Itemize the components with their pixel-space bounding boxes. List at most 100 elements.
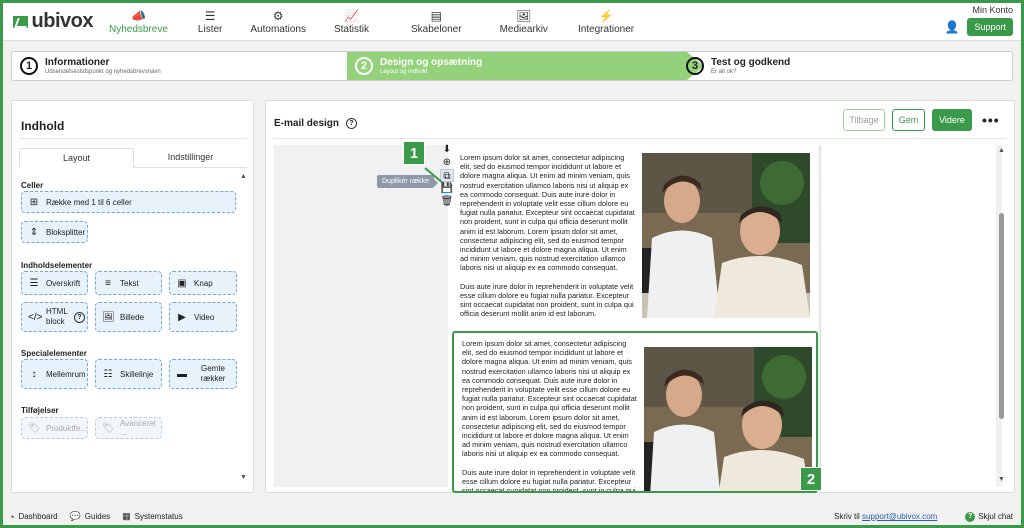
block-video[interactable]: ▶ Video [169,302,237,332]
ubivox-logo-icon [13,15,28,28]
help-icon[interactable]: ? [74,311,85,323]
block-gemte-raekker[interactable]: ▬ Gemte rækker [169,359,237,389]
dashboard-link[interactable]: ◔ Dashboard [9,512,58,522]
button-icon: ▣ [177,277,187,289]
block-produktfeed: 🏷 Produktfe... [21,417,88,439]
tab-layout[interactable]: Layout [19,148,134,168]
section-celler: Celler [21,181,44,190]
chart-icon: ▦ [122,511,131,521]
support-button[interactable]: Support [967,18,1013,36]
write-to-label: Skriv til [834,512,860,521]
image-icon: 🖼 [516,8,532,23]
help-icon[interactable]: ? [346,118,358,129]
scroll-up-arrow[interactable]: ▲ [998,147,1005,154]
content-panel: Indhold Layout Indstillinger ▲ Celler ⊞ … [11,100,254,493]
bottom-bar: ◔ Dashboard 💬 Guides ▦ Systemstatus Skri… [3,508,1021,525]
plug-icon: ⚡ [598,8,614,23]
cogs-icon: ⚙ [272,8,284,23]
block-tekst[interactable]: ≡ Tekst [95,271,162,295]
row-text[interactable]: Lorem ipsum dolor sit amet, consectetur … [462,339,638,491]
section-tilfoejelser: Tilføjelser [21,406,59,415]
email-design-title: E-mail design ? [274,118,358,129]
image-icon: 🖼 [102,311,115,323]
annotation-badge-1: 1 [403,141,425,165]
block-bloksplitter[interactable]: ⇕ Bloksplitter [21,221,88,243]
row-toolbar: ⬇ ⊕ ⧉ 💾 🗑 [438,143,456,208]
move-down-icon[interactable]: ⬇ [443,143,451,156]
back-button[interactable]: Tilbage [843,109,885,131]
advanced-icon: 🏷 [102,422,115,434]
block-skillelinje[interactable]: ☷ Skillelinje [95,359,162,389]
dashboard-icon: ◔ [9,511,15,522]
nav-item-mediearkiv[interactable]: 🖼 Mediearkiv [492,3,556,40]
user-settings-icon[interactable]: 👤 [945,20,960,34]
divider [273,138,1006,139]
tab-indstillinger[interactable]: Indstillinger [134,148,247,167]
save-row-icon[interactable]: 💾 [441,182,453,195]
scroll-up-arrow[interactable]: ▲ [240,173,247,180]
block-mellemrum[interactable]: ↕ Mellemrum [21,359,88,389]
office-photo [644,347,812,491]
hide-chat-link[interactable]: Skjul chat [978,512,1013,521]
chart-icon: 📈 [344,8,359,23]
chat-icon[interactable]: ? [965,511,976,522]
block-avanceret: 🏷 Avanceret ... [95,417,162,439]
section-specialelementer: Specialelementer [21,349,87,358]
block-row-cells[interactable]: ⊞ Række med 1 til 6 celler [21,191,236,213]
product-icon: 🏷 [28,422,41,434]
heading-icon: ☰ [29,277,39,289]
list-icon: ☰ [204,8,216,23]
more-options-icon[interactable]: ••• [982,112,1000,128]
megaphone-icon: 📣 [130,8,146,23]
nav-item-automations[interactable]: ⚙ Automations [242,3,314,40]
systemstatus-link[interactable]: ▦ Systemstatus [122,511,183,522]
next-button[interactable]: Videre [932,109,972,131]
support-email-link[interactable]: support@ubivox.com [862,512,937,521]
video-icon: ▶ [178,311,186,323]
save-button[interactable]: Gem [892,109,925,131]
content-tabs: Layout Indstillinger [19,148,247,168]
delete-icon[interactable]: 🗑 [441,195,454,208]
nav-item-nyhedsbreve[interactable]: 📣 Nyhedsbreve [101,3,176,40]
grid-icon: ⊞ [29,196,39,208]
ubivox-logo[interactable]: ubivox [13,10,94,33]
block-knap[interactable]: ▣ Knap [169,271,237,295]
step-informationer[interactable]: 1 Informationer Udsendelsestidspunkt og … [20,52,161,80]
scroll-down-arrow[interactable]: ▼ [240,474,247,481]
text-icon: ≡ [105,277,111,289]
nav-item-skabeloner[interactable]: ▤ Skabeloner [403,3,470,40]
divider-icon: ☷ [103,368,113,380]
my-account-link[interactable]: Min Konto [972,5,1013,15]
spacing-icon: ↕ [31,368,37,380]
divider [19,138,247,139]
block-billede[interactable]: 🖼 Billede [95,302,162,332]
step-design[interactable]: 2 Design og opsætning Layout og indhold [355,52,482,80]
row-image[interactable] [644,347,812,491]
brand-name: ubivox [31,10,94,32]
step-test[interactable]: 3 Test og godkend Er alt ok? [686,52,790,80]
row-image[interactable] [642,153,810,318]
add-row-icon[interactable]: ⊕ [443,156,451,169]
folder-icon: ▬ [177,368,187,380]
office-photo [642,153,810,318]
section-indholdselementer: Indholdselementer [21,261,93,270]
chat-bubbles-icon: 💬 [69,511,81,521]
email-design-panel: E-mail design ? Tilbage Gem Videre ••• L… [265,100,1015,493]
block-html[interactable]: </> HTML block ? [21,302,88,332]
split-icon: ⇕ [29,226,39,238]
nav-item-lister[interactable]: ☰ Lister [190,3,230,40]
template-icon: ▤ [430,8,442,23]
email-side-area [820,145,996,487]
email-row-1[interactable]: Lorem ipsum dolor sit amet, consectetur … [452,145,818,325]
block-overskrift[interactable]: ☰ Overskrift [21,271,88,295]
nav-item-integrationer[interactable]: ⚡ Integrationer [570,3,642,40]
scrollbar-thumb[interactable] [999,213,1004,419]
scroll-down-arrow[interactable]: ▼ [998,476,1005,483]
email-row-2-duplicate[interactable]: Lorem ipsum dolor sit amet, consectetur … [452,331,818,493]
top-navigation: ubivox 📣 Nyhedsbreve ☰ Lister ⚙ Automati… [3,3,1021,41]
duplicate-row-tooltip: Duplikér række [377,175,439,188]
guides-link[interactable]: 💬 Guides [70,511,111,522]
row-text[interactable]: Lorem ipsum dolor sit amet, consectetur … [460,153,636,325]
progress-stepper: 1 Informationer Udsendelsestidspunkt og … [11,51,1013,81]
nav-item-statistik[interactable]: 📈 Statistik [326,3,377,40]
